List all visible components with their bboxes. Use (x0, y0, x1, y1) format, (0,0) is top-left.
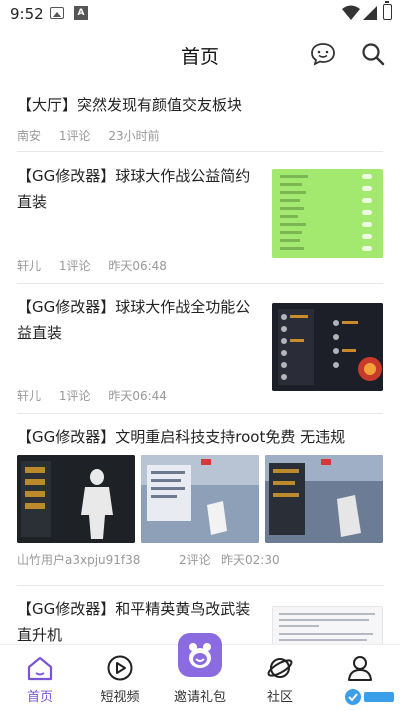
play-icon (107, 655, 133, 681)
message-button[interactable] (307, 38, 339, 70)
post-meta: 轩儿 1评论 昨天06:48 (17, 257, 181, 274)
nav-invite-gift[interactable]: 邀请礼包 (160, 633, 240, 711)
top-header: 首页 (0, 30, 400, 78)
post-meta: 南安 1评论 23小时前 (17, 127, 174, 144)
post-time: 昨天06:44 (108, 389, 167, 403)
page-title: 首页 (180, 46, 219, 68)
post-time: 23小时前 (108, 129, 160, 143)
post-title: 【GG修改器】球球大作战公益简约直装 (17, 167, 251, 211)
post-thumbnail[interactable] (141, 455, 259, 543)
post-thumbnail[interactable] (272, 169, 383, 258)
post-author: 轩儿 (17, 259, 42, 273)
nav-community-label: 社区 (266, 690, 293, 705)
post-thumbnail[interactable] (272, 606, 383, 644)
post-comments: 1评论 (58, 389, 91, 403)
post-thumbnail[interactable] (265, 455, 383, 543)
search-button[interactable] (357, 38, 389, 70)
battery-icon (383, 1, 392, 20)
post-meta: 轩儿 1评论 昨天06:44 (17, 387, 181, 404)
post-item[interactable]: 【GG修改器】球球大作战全功能公益直装 轩儿 1评论 昨天06:44 (17, 284, 383, 414)
a-notification-icon: A (74, 6, 88, 20)
post-thumbnail[interactable] (17, 455, 135, 543)
post-comments: 1评论 (58, 129, 91, 143)
nav-community[interactable]: 社区 (240, 645, 320, 711)
nav-home-label: 首页 (26, 690, 53, 705)
image-notification-icon (50, 7, 64, 19)
post-feed[interactable]: 【大厅】突然发现有颜值交友板块 南安 1评论 23小时前 【GG修改器】球球大作… (0, 86, 400, 644)
watermark-logo (342, 686, 398, 708)
post-comments: 2评论 (179, 553, 211, 567)
post-time: 昨天02:30 (221, 553, 280, 567)
post-author: 南安 (17, 129, 42, 143)
post-item[interactable]: 【GG修改器】球球大作战公益简约直装 轩儿 1评论 昨天06:48 (17, 153, 383, 284)
post-author: 山竹用户a3xpju91f38 (17, 553, 141, 567)
chat-bubble-icon (311, 43, 335, 66)
bottom-nav: 首页 短视频 邀请礼包 社区 我的 (0, 633, 400, 711)
post-author: 轩儿 (17, 389, 42, 403)
post-title: 【GG修改器】球球大作战全功能公益直装 (17, 298, 251, 342)
post-title: 【GG修改器】文明重启科技支持root免费 无违规 (17, 428, 346, 446)
nav-short-video[interactable]: 短视频 (80, 645, 160, 711)
status-time: 9:52 (10, 5, 44, 23)
planet-icon (267, 658, 293, 678)
user-icon (348, 656, 372, 681)
post-item[interactable]: 【大厅】突然发现有颜值交友板块 南安 1评论 23小时前 (17, 86, 383, 152)
status-bar: 9:52 A (0, 0, 400, 28)
nav-short-video-label: 短视频 (100, 690, 140, 705)
home-icon (27, 656, 53, 681)
post-title: 【大厅】突然发现有颜值交友板块 (17, 96, 243, 114)
signal-icon (363, 6, 377, 20)
post-time: 昨天06:48 (108, 259, 167, 273)
nav-invite-gift-label: 邀请礼包 (173, 690, 226, 705)
post-title: 【GG修改器】和平精英黄鸟改武装直升机 (17, 600, 251, 644)
nav-home[interactable]: 首页 (0, 645, 80, 711)
wifi-icon (342, 5, 360, 20)
gift-mascot-icon (178, 633, 222, 677)
post-thumbnail[interactable] (272, 303, 383, 391)
post-item[interactable]: 【GG修改器】文明重启科技支持root免费 无违规 山竹用户a3xpju91f3… (17, 414, 383, 586)
search-icon (362, 43, 385, 66)
post-comments: 1评论 (58, 259, 91, 273)
